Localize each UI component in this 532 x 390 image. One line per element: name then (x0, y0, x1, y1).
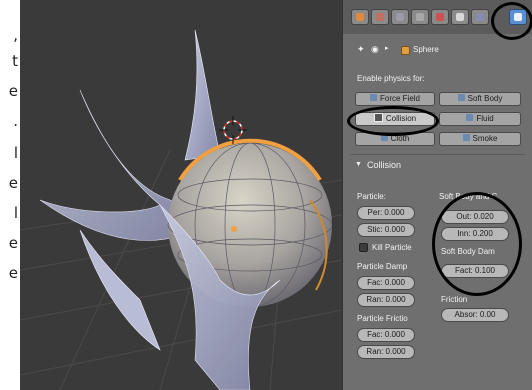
properties-tab-bar (343, 0, 532, 34)
soft-body-button[interactable]: Soft Body (439, 92, 521, 106)
object-type-icon: ◉ (371, 44, 379, 54)
soft-body-label: Soft Body (467, 94, 503, 103)
inner-field[interactable]: Inn: 0.200 (441, 227, 509, 241)
damping-factor-field[interactable]: Fact: 0.100 (441, 264, 509, 278)
collapse-triangle-icon[interactable]: ▼ (355, 161, 362, 168)
collision-label: Collision (385, 114, 417, 123)
soft-body-icon (457, 94, 465, 102)
permeability-field[interactable]: Per: 0.000 (357, 206, 415, 220)
force-field-button[interactable]: Force Field (355, 92, 435, 106)
pin-icon[interactable]: ✦ (357, 44, 365, 55)
friction-label: Friction (441, 295, 468, 304)
fluid-icon (466, 114, 474, 122)
cloth-button[interactable]: Cloth (355, 132, 435, 146)
physics-icon (514, 13, 522, 21)
tab-modifiers[interactable] (451, 9, 469, 25)
margin-fragment: , (13, 26, 18, 44)
chevron-right-icon: ▸ (385, 45, 389, 52)
force-field-icon (369, 94, 377, 102)
cloth-label: Cloth (390, 134, 410, 143)
particle-damping-label: Particle Damp (357, 262, 408, 271)
outer-field[interactable]: Out: 0.020 (441, 210, 509, 224)
cloth-mesh-spike (184, 29, 221, 161)
sphere-icon (401, 46, 410, 55)
kill-particles-checkbox[interactable] (359, 243, 368, 252)
margin-fragment: l (13, 204, 18, 222)
collision-button[interactable]: Collision (355, 112, 435, 126)
smoke-icon (462, 134, 470, 142)
particle-friction-label: Particle Frictio (357, 314, 408, 323)
tab-render[interactable] (351, 9, 369, 25)
properties-panel: ✦ ◉ ▸ Sphere Enable physics for: Force F… (342, 0, 532, 390)
fluid-button[interactable]: Fluid (439, 112, 521, 126)
constraint-icon (436, 13, 444, 21)
tab-scene[interactable] (371, 9, 389, 25)
particle-label: Particle: (357, 192, 386, 201)
margin-fragment: t (12, 52, 18, 70)
kill-particles-label: Kill Particle (372, 243, 412, 252)
smoke-button[interactable]: Smoke (439, 132, 521, 146)
tab-constraints[interactable] (431, 9, 449, 25)
collision-icon (373, 113, 383, 123)
object-icon (416, 13, 424, 21)
friction-factor-field[interactable]: Fac: 0.000 (357, 328, 415, 342)
scene-icon (376, 13, 384, 21)
material-icon (476, 13, 484, 21)
tab-object[interactable] (411, 9, 429, 25)
object-origin (231, 226, 237, 232)
world-icon (396, 13, 404, 21)
object-name: Sphere (413, 45, 439, 54)
margin-fragment: e (8, 82, 18, 100)
tab-material[interactable] (471, 9, 489, 25)
wrench-icon (456, 13, 464, 21)
3d-viewport[interactable] (20, 0, 342, 390)
margin-fragment: e (8, 264, 18, 282)
friction-random-field[interactable]: Ran: 0.000 (357, 345, 415, 359)
absorption-field[interactable]: Absor: 0.00 (441, 308, 509, 322)
tab-physics[interactable] (509, 9, 527, 25)
margin-fragment: e (8, 234, 18, 252)
fluid-label: Fluid (476, 114, 494, 123)
force-field-label: Force Field (379, 94, 420, 103)
margin-fragment: l (13, 144, 18, 162)
cloth-icon (380, 134, 388, 142)
camera-icon (356, 13, 364, 21)
stickiness-field[interactable]: Stic: 0.000 (357, 223, 415, 237)
soft-body-cloth-label: Soft Body and C (439, 192, 498, 201)
smoke-label: Smoke (472, 134, 498, 143)
enable-physics-label: Enable physics for: (357, 74, 425, 83)
highlight-ring-soft-body (432, 192, 522, 296)
tab-world[interactable] (391, 9, 409, 25)
divider (351, 154, 525, 155)
soft-body-damping-label: Soft Body Dam (441, 247, 495, 256)
collision-section-header[interactable]: Collision (367, 160, 401, 170)
viewport-scene[interactable] (20, 0, 342, 390)
margin-fragment: . (13, 112, 18, 130)
margin-fragment: e (8, 174, 18, 192)
damping-random-field[interactable]: Ran: 0.000 (357, 293, 415, 307)
margin-text-column: , t e . l e l e e (0, 0, 20, 390)
damping-factor-field[interactable]: Fac: 0.000 (357, 276, 415, 290)
